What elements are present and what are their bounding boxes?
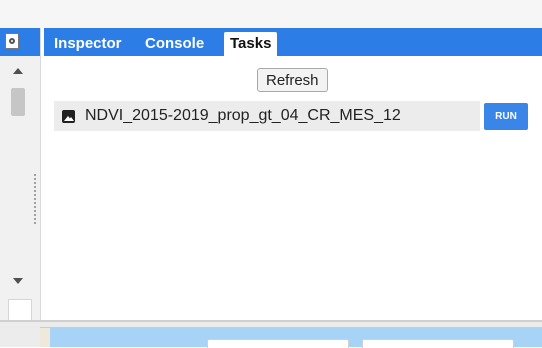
tasks-panel: Inspector Console Tasks Refresh NDVI_201… — [44, 28, 542, 320]
tab-inspector[interactable]: Inspector — [54, 34, 122, 54]
corner-box — [8, 299, 32, 321]
refresh-button[interactable]: Refresh — [257, 68, 328, 92]
pane-resize-handle[interactable] — [33, 173, 37, 225]
vertical-scrollbar[interactable] — [7, 60, 29, 292]
run-button[interactable]: RUN — [484, 103, 528, 130]
left-pane-header — [0, 28, 40, 56]
settings-icon[interactable] — [5, 33, 19, 49]
window-top-strip — [0, 0, 542, 28]
map-land — [40, 328, 50, 347]
tab-bar: Inspector Console Tasks — [44, 28, 542, 56]
scrollbar-thumb[interactable] — [11, 88, 25, 116]
image-icon — [62, 110, 75, 123]
task-name: NDVI_2015-2019_prop_gt_04_CR_MES_12 — [85, 107, 401, 124]
script-editor-pane — [0, 28, 41, 321]
scroll-down-arrow-icon[interactable] — [13, 278, 23, 284]
task-row: NDVI_2015-2019_prop_gt_04_CR_MES_12 — [54, 101, 480, 131]
tab-console[interactable]: Console — [145, 34, 204, 54]
scroll-up-arrow-icon[interactable] — [13, 68, 23, 74]
tab-tasks[interactable]: Tasks — [224, 32, 278, 56]
